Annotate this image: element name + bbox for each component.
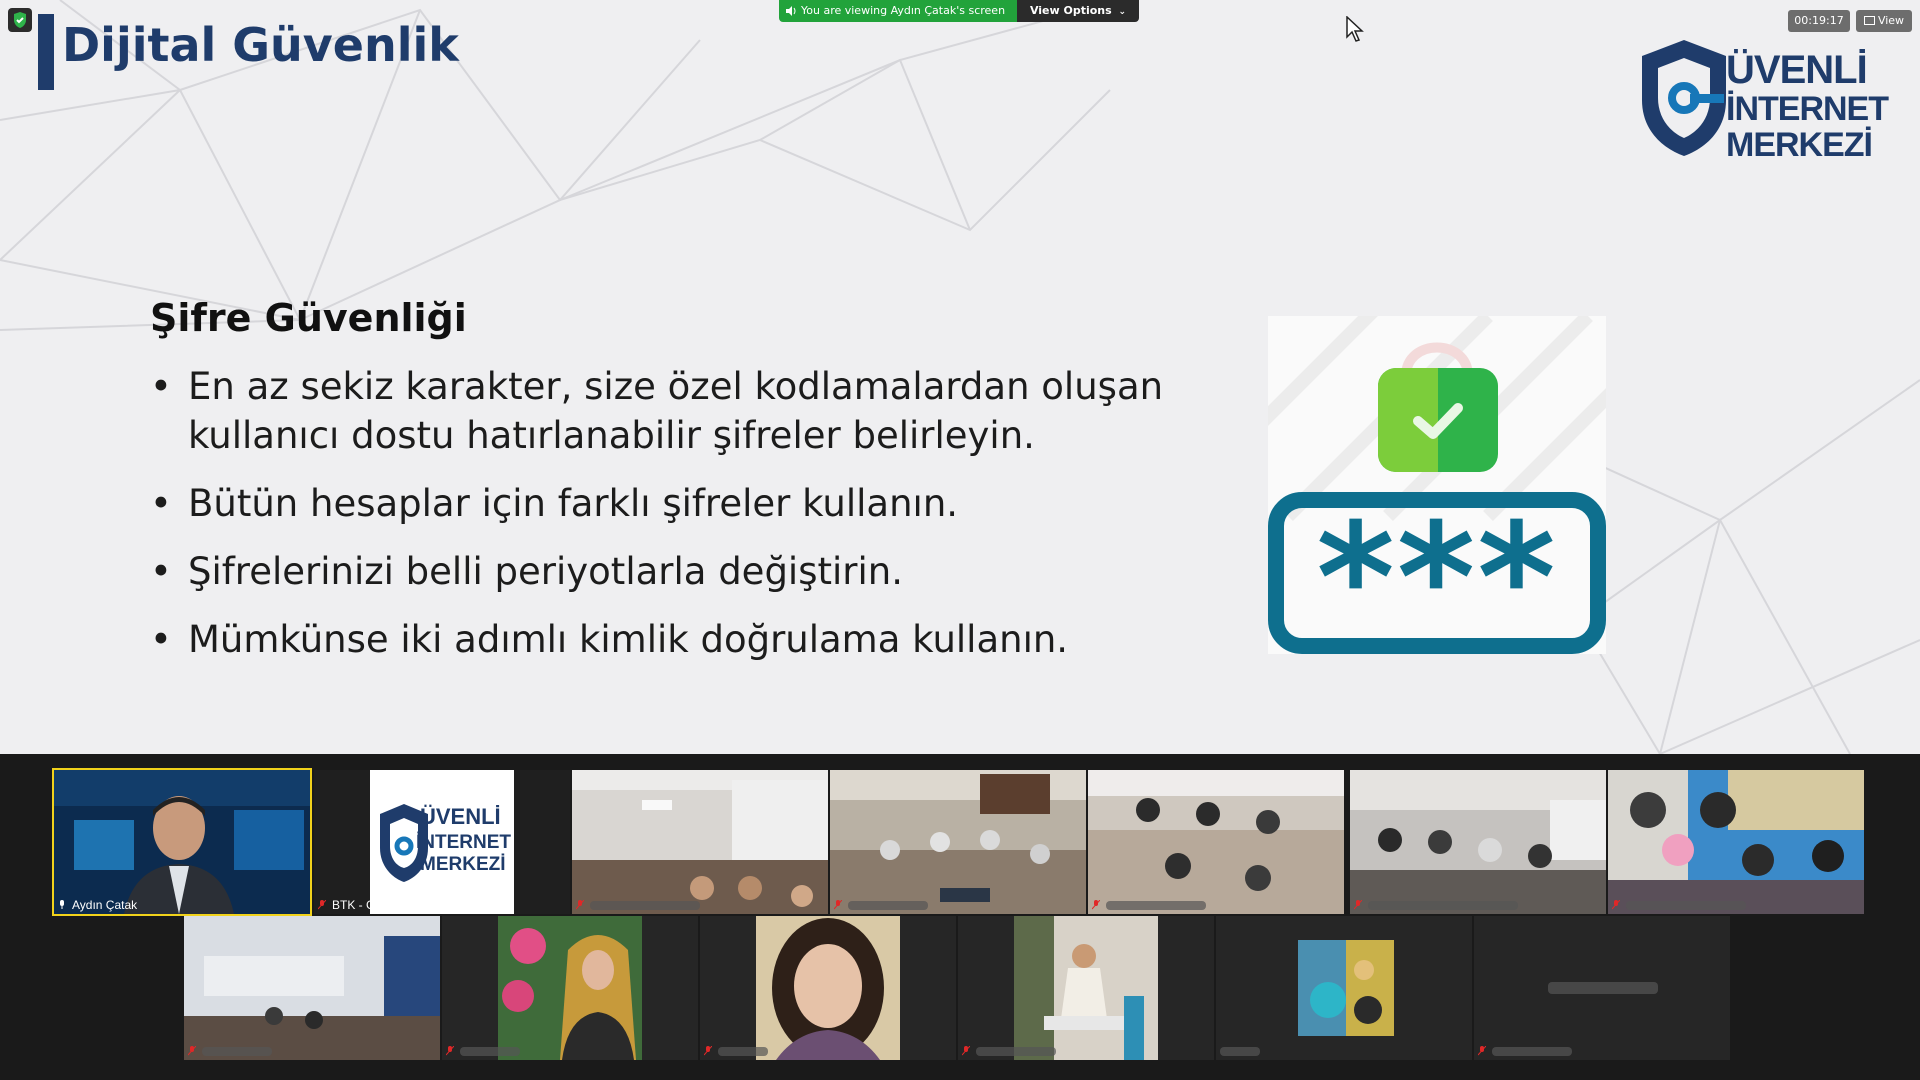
- participant-tile[interactable]: [1474, 916, 1730, 1060]
- participant-name: [718, 1047, 768, 1056]
- speaker-icon: [786, 6, 796, 16]
- participant-tile[interactable]: [442, 916, 698, 1060]
- section-heading: Şifre Güvenliği: [150, 296, 467, 340]
- svg-text:MERKEZİ: MERKEZİ: [420, 854, 506, 875]
- video-feed: [1014, 916, 1158, 1060]
- guvenli-internet-merkezi-logo: ÜVENLİ İNTERNET MERKEZİ: [1630, 34, 1889, 164]
- title-accent-bar: [38, 14, 54, 90]
- screen-share-banner: You are viewing Aydın Çatak's screen Vie…: [779, 0, 1139, 22]
- shield-g-icon: [1642, 40, 1726, 156]
- logo-line-3: MERKEZİ: [1726, 126, 1873, 164]
- video-feed: [572, 770, 828, 914]
- mouse-cursor-icon: [1346, 16, 1364, 42]
- microphone-muted-icon: [1092, 900, 1100, 910]
- microphone-muted-icon: [1354, 900, 1362, 910]
- bullet-list: En az sekiz karakter, size özel kodlamal…: [150, 362, 1170, 683]
- video-feed: [756, 916, 900, 1060]
- viewing-screen-notice: You are viewing Aydın Çatak's screen: [779, 0, 1017, 22]
- participant-name: [1106, 901, 1206, 910]
- participant-display-name: [1548, 982, 1658, 994]
- view-button[interactable]: View: [1856, 10, 1912, 32]
- microphone-muted-icon: [188, 1046, 196, 1056]
- microphone-muted-icon: [834, 900, 842, 910]
- slide-title: Dijital Güvenlik: [62, 18, 459, 72]
- btk-logo: ÜVENLİ İNTERNET MERKEZİ: [370, 770, 514, 914]
- participant-name: [976, 1047, 1056, 1056]
- svg-text:İNTERNET: İNTERNET: [416, 832, 511, 853]
- microphone-muted-icon: [962, 1046, 970, 1056]
- bullet-item: Şifrelerinizi belli periyotlarla değişti…: [150, 547, 1170, 596]
- video-feed: [1608, 770, 1864, 914]
- chevron-down-icon: ⌄: [1118, 7, 1127, 17]
- grid-icon: [1863, 16, 1875, 25]
- participant-name: [590, 901, 700, 910]
- viewing-screen-text: You are viewing Aydın Çatak's screen: [801, 4, 1006, 17]
- svg-text:ÜVENLİ: ÜVENLİ: [420, 804, 501, 829]
- participant-name: [1492, 1047, 1572, 1056]
- participant-tile-aydin-catak[interactable]: Aydın Çatak: [52, 768, 312, 916]
- participant-name: Aydın Çatak: [72, 898, 138, 912]
- video-feed: [1350, 770, 1606, 914]
- security-shield-icon[interactable]: [8, 8, 32, 32]
- video-feed: [830, 770, 1086, 914]
- participant-tile[interactable]: [1216, 916, 1472, 1060]
- participant-name: [202, 1047, 272, 1056]
- logo-line-2: İNTERNET: [1726, 90, 1889, 128]
- participant-name: BTK - Güvenli İnternet Merkezi: [332, 898, 497, 912]
- bullet-item: Bütün hesaplar için farklı şifreler kull…: [150, 479, 1170, 528]
- bullet-item: Mümkünse iki adımlı kimlik doğrulama kul…: [150, 615, 1170, 664]
- meeting-timer: 00:19:17: [1788, 10, 1850, 32]
- participant-name: [848, 901, 928, 910]
- video-feed: [1088, 770, 1344, 914]
- participant-tile-btk[interactable]: ÜVENLİ İNTERNET MERKEZİ BTK - Güvenli İn…: [314, 770, 570, 914]
- logo-line-1: ÜVENLİ: [1726, 48, 1868, 92]
- video-feed: [498, 916, 642, 1060]
- video-feed: [54, 770, 310, 914]
- microphone-muted-icon: [446, 1046, 454, 1056]
- microphone-muted-icon: [1612, 900, 1620, 910]
- participant-tile[interactable]: [1088, 770, 1344, 914]
- participant-tile[interactable]: [958, 916, 1214, 1060]
- microphone-muted-icon: [318, 900, 326, 910]
- video-feed: [184, 916, 440, 1060]
- microphone-muted-icon: [576, 900, 584, 910]
- participant-name: [1626, 901, 1746, 910]
- view-options-button[interactable]: View Options ⌄: [1017, 0, 1139, 22]
- participant-name: [460, 1047, 520, 1056]
- participant-tile[interactable]: [700, 916, 956, 1060]
- participant-tile[interactable]: [1608, 770, 1864, 914]
- profile-picture: [1298, 940, 1394, 1036]
- microphone-muted-icon: [1478, 1046, 1486, 1056]
- participant-tile[interactable]: [830, 770, 1086, 914]
- participant-tile[interactable]: [184, 916, 440, 1060]
- shared-screen: Dijital Güvenlik ÜVENLİ İNTERNET MERKEZİ…: [0, 0, 1920, 754]
- view-button-label: View: [1877, 14, 1905, 27]
- bullet-item: En az sekiz karakter, size özel kodlamal…: [150, 362, 1170, 460]
- password-lock-illustration: ***: [1268, 316, 1606, 654]
- participant-name: [1220, 1047, 1260, 1056]
- microphone-icon: [60, 900, 64, 909]
- participant-name: [1368, 901, 1518, 910]
- password-mask-text: ***: [1316, 492, 1558, 654]
- participant-tile[interactable]: [1350, 770, 1606, 914]
- microphone-muted-icon: [704, 1046, 712, 1056]
- participant-tile[interactable]: [572, 770, 828, 914]
- participant-gallery: Aydın Çatak ÜVENLİ İNTERNET MERKEZİ BTK …: [0, 754, 1920, 1080]
- view-options-label: View Options: [1029, 4, 1112, 17]
